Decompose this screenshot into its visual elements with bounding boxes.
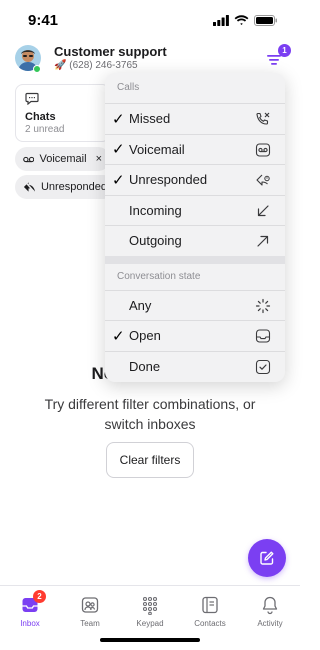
team-icon [81,597,99,613]
unresponded-icon [256,174,270,186]
check-icon: ✓ [112,327,125,345]
battery-icon [254,15,277,26]
filter-option-label: Incoming [129,202,182,218]
home-indicator [100,638,200,642]
filter-option-missed[interactable]: ✓ Missed [105,103,285,134]
keypad-icon [142,596,158,615]
tab-inbox[interactable]: 2 Inbox [0,590,60,628]
tab-inbox-badge: 2 [33,590,46,603]
voicemail-icon [23,156,35,162]
check-icon: ✓ [112,141,125,159]
chip-voicemail[interactable]: Voicemail × [15,147,110,171]
status-bar: 9:41 [0,0,300,44]
missed-call-icon [256,112,270,125]
contacts-icon [202,596,218,614]
tab-activity[interactable]: Activity [240,594,300,628]
checkbox-icon [255,359,271,374]
chats-label: Chats [25,111,56,123]
chats-unread-count: 2 unread [25,124,65,135]
conversation-state-header: Conversation state [117,270,201,282]
signal-icon [213,15,229,26]
filter-option-label: Voicemail [129,141,185,157]
tab-contacts[interactable]: Contacts [180,594,240,628]
filter-option-outgoing[interactable]: Outgoing [105,225,285,256]
spinner-icon [255,298,271,313]
empty-state-description: Try different filter combinations, or sw… [44,396,256,432]
inbox-tray-icon [255,329,271,343]
chip-unresponded-label: Unresponded [40,181,107,193]
filter-option-label: Missed [129,111,171,127]
filter-option-voicemail[interactable]: ✓ Voicemail [105,133,285,165]
clear-filters-button[interactable]: Clear filters [106,442,194,478]
tab-team-label: Team [80,619,100,628]
chip-unresponded[interactable]: Unresponded [15,175,115,199]
status-icons [213,15,278,26]
state-option-label: Any [129,297,152,313]
filter-option-unresponded[interactable]: ✓ Unresponded [105,164,285,195]
rocket-emoji: 🚀 [54,60,67,71]
filter-count-badge: 1 [278,44,291,57]
unresponded-icon [23,181,36,193]
inbox-phone: 🚀 (628) 246-3765 [54,60,138,71]
tab-activity-label: Activity [257,619,283,628]
state-option-label: Done [129,358,161,374]
inbox-title[interactable]: Customer support [54,44,167,59]
tab-keypad-label: Keypad [136,619,164,628]
inbox-header: Customer support 🚀 (628) 246-3765 1 [0,40,300,76]
tab-inbox-label: Inbox [20,619,40,628]
wifi-icon [234,15,249,25]
tab-bar: 2 Inbox Team Keypad Contacts Activity [0,585,300,635]
chip-voicemail-label: Voicemail [39,153,87,165]
outgoing-arrow-icon [257,235,269,247]
online-status-dot [33,65,41,73]
menu-separator [105,255,285,264]
voicemail-icon [255,142,271,157]
tab-keypad[interactable]: Keypad [120,594,180,628]
chats-card[interactable]: Chats 2 unread [15,84,110,142]
filter-option-label: Unresponded [129,172,208,188]
calls-section-header: Calls [117,82,140,93]
inbox-phone-number: (628) 246-3765 [69,60,138,71]
state-option-any[interactable]: Any [105,289,285,321]
bell-icon [262,596,278,615]
tab-contacts-label: Contacts [194,619,226,628]
check-icon: ✓ [112,171,125,189]
filter-dropdown-menu: Calls ✓ Missed ✓ Voicemail ✓ Unresponded… [105,73,285,382]
filter-option-label: Outgoing [129,233,182,249]
state-option-label: Open [129,328,161,344]
compose-button[interactable] [248,539,286,577]
state-option-done[interactable]: Done [105,350,285,382]
chip-voicemail-close-icon[interactable]: × [96,153,102,165]
chat-bubble-icon [25,92,39,105]
check-icon: ✓ [112,110,125,128]
tab-team[interactable]: Team [60,594,120,628]
state-option-open[interactable]: ✓ Open [105,320,285,351]
filter-option-incoming[interactable]: Incoming [105,194,285,226]
compose-icon [260,551,274,565]
status-time: 9:41 [28,12,59,29]
incoming-arrow-icon [257,204,269,216]
